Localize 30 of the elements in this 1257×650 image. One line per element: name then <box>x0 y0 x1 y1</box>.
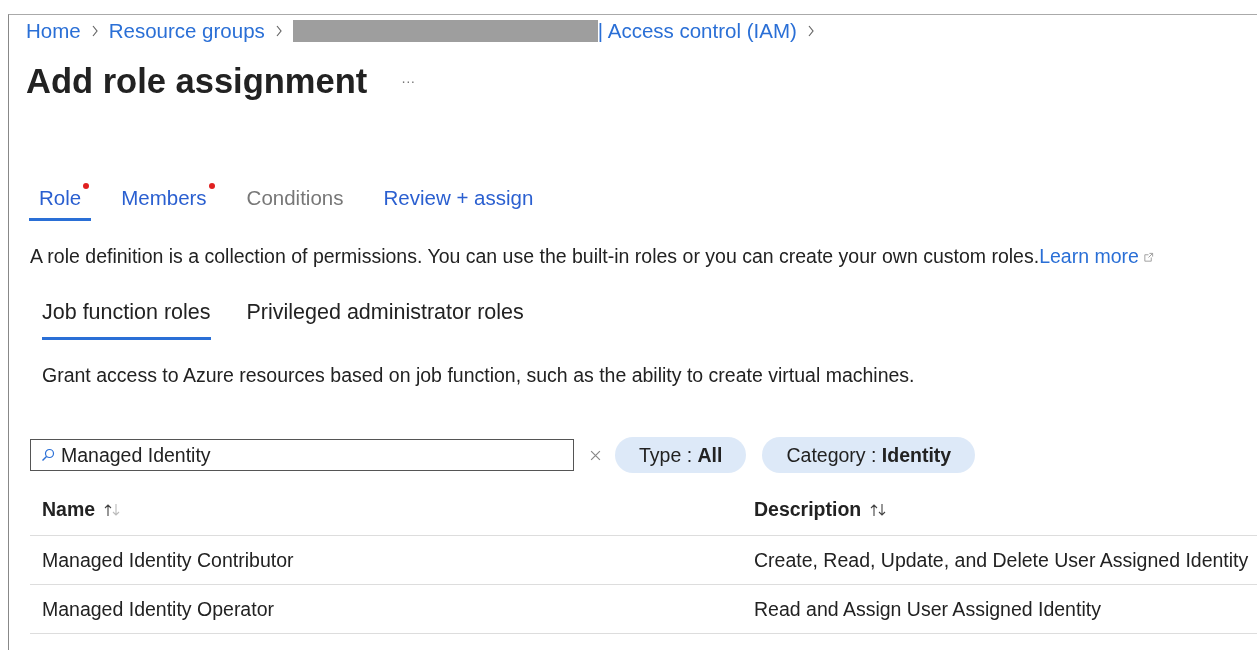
column-header[interactable]: Description <box>754 497 862 520</box>
intro-text: A role definition is a collection of permissions. You can use the built-in roles or you can create your own custom roles. <box>30 245 1040 267</box>
subtab[interactable]: Privileged administrator roles <box>246 292 524 340</box>
breadcrumb-link[interactable]: | Access control (IAM) <box>597 19 797 43</box>
table-cell: Managed Identity Contributor <box>42 548 294 571</box>
filter-pill[interactable]: Type : All <box>615 437 747 473</box>
tab[interactable]: Role <box>29 180 92 221</box>
subtab-description: Grant access to Azure resources based on job function, such as the ability to create virtual machines. <box>42 364 916 387</box>
chevron-icon <box>806 25 815 37</box>
more-button[interactable]: ··· <box>401 73 416 89</box>
external-link-icon <box>1142 252 1154 263</box>
table-cell: Read and Assign User Assigned Identity <box>754 597 1101 620</box>
subtab[interactable]: Job function roles <box>42 292 211 340</box>
chevron-icon <box>90 25 99 37</box>
tab[interactable]: Members <box>111 180 217 221</box>
table-cell: Create, Read, Update, and Delete User Assigned Identity <box>754 548 1249 571</box>
tab[interactable]: Review + assign <box>373 180 544 221</box>
learn-more-link[interactable]: Learn more <box>1039 245 1139 267</box>
sort-icon[interactable] <box>869 503 888 518</box>
sort-icon[interactable] <box>103 503 122 518</box>
filter-pill[interactable]: Category : Identity <box>762 437 976 473</box>
clear-icon[interactable] <box>590 449 601 461</box>
table-cell: Managed Identity Operator <box>42 597 274 620</box>
breadcrumb-link[interactable]: Resource groups <box>108 19 265 43</box>
search-field[interactable]: Managed Identity <box>30 439 574 471</box>
chevron-icon <box>274 25 283 37</box>
search-icon <box>41 448 55 462</box>
column-header[interactable]: Name <box>42 497 96 520</box>
breadcrumb-link[interactable]: Home <box>26 19 81 43</box>
page-title: Add role assignment <box>26 61 368 101</box>
